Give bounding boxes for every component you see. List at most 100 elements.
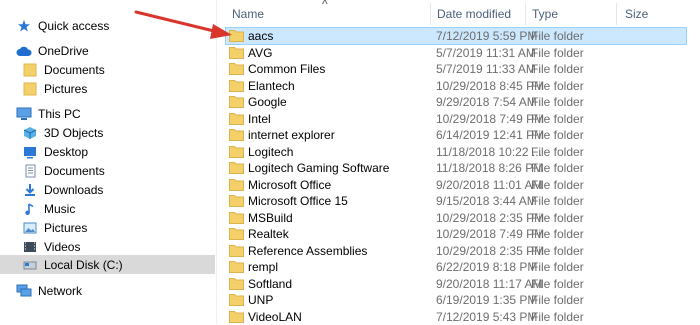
star-icon [16, 18, 32, 34]
nav-label: Local Disk (C:) [44, 257, 123, 272]
file-type: File folder [531, 95, 584, 109]
file-name: Google [248, 95, 287, 109]
file-name: internet explorer [248, 128, 335, 142]
column-header-date-modified[interactable]: Date modified [437, 2, 511, 26]
nav-onedrive-pictures[interactable]: Pictures [22, 79, 87, 98]
file-date-modified: 5/7/2019 11:33 AM [436, 62, 536, 76]
nav-label: Quick access [38, 18, 110, 33]
nav-network[interactable]: Network [16, 281, 82, 300]
nav-label: Pictures [44, 220, 88, 235]
file-date-modified: 10/29/2018 2:35 PM [436, 210, 545, 225]
folder-icon [22, 81, 38, 97]
folder-icon [229, 63, 244, 75]
nav-label: Desktop [44, 144, 89, 159]
folder-icon [229, 112, 244, 125]
column-header-type[interactable]: Type [532, 2, 558, 26]
file-row[interactable]: Reference Assemblies 10/29/2018 2:35 PM Fi… [226, 243, 686, 259]
file-type: File folder [531, 293, 584, 307]
file-type: File folder [531, 128, 584, 142]
nav-videos[interactable]: Videos [22, 237, 80, 256]
folder-icon [229, 294, 244, 306]
folder-icon [229, 277, 244, 290]
file-type: File folder [531, 45, 584, 60]
file-row[interactable]: UNP 6/19/2019 1:35 PM File folder [226, 292, 686, 308]
file-row[interactable]: Logitech 11/18/2018 10:22 ... File folder [226, 144, 686, 160]
column-separator[interactable] [525, 3, 526, 25]
file-type: File folder [531, 78, 584, 93]
folder-icon [229, 46, 244, 59]
column-header-size[interactable]: Size [625, 2, 648, 26]
file-type: File folder [531, 260, 584, 274]
nav-label: 3D Objects [44, 125, 104, 140]
file-row[interactable]: Realtek 10/29/2018 7:49 PM File folder [226, 226, 686, 242]
file-row[interactable]: aacs 7/12/2019 5:59 PM File folder [225, 27, 687, 45]
nav-label: Documents [44, 163, 105, 178]
file-date-modified: 9/20/2018 11:17 AM [436, 276, 543, 291]
file-row[interactable]: Google 9/29/2018 7:54 AM File folder [226, 94, 686, 110]
file-type: File folder [531, 144, 584, 159]
nav-music[interactable]: Music [22, 199, 75, 218]
file-date-modified: 6/22/2019 8:18 PM [436, 260, 538, 274]
file-row[interactable]: Logitech Gaming Software 11/18/2018 8:26 … [226, 160, 686, 176]
file-name: Softland [248, 276, 293, 291]
file-type: File folder [531, 161, 584, 175]
file-date-modified: 9/15/2018 3:44 AM [436, 194, 537, 208]
column-separator[interactable] [616, 3, 617, 25]
column-separator[interactable] [430, 3, 431, 25]
file-date-modified: 6/19/2019 1:35 PM [436, 293, 538, 307]
folder-icon [229, 310, 244, 323]
drive-icon [22, 257, 38, 273]
nav-local-disk[interactable]: Local Disk (C:) [0, 255, 215, 274]
folder-icon [229, 244, 244, 257]
cloud-icon [16, 43, 32, 59]
file-name: Intel [248, 111, 271, 126]
folder-icon [229, 211, 244, 224]
nav-downloads[interactable]: Downloads [22, 180, 103, 199]
folder-icon [229, 129, 244, 141]
file-row[interactable]: MSBuild 10/29/2018 2:35 PM File folder [226, 210, 686, 226]
file-date-modified: 7/12/2019 5:43 PM [436, 309, 538, 324]
computer-icon [16, 106, 32, 122]
file-row[interactable]: Intel 10/29/2018 7:49 PM File folder [226, 111, 686, 127]
file-row[interactable]: Common Files 5/7/2019 11:33 AM File folder [226, 61, 686, 77]
nav-pictures[interactable]: Pictures [22, 218, 87, 237]
file-row[interactable]: Microsoft Office 15 9/15/2018 3:44 AM File… [226, 193, 686, 209]
file-type: File folder [531, 194, 584, 208]
folder-icon [229, 178, 244, 191]
file-name: MSBuild [248, 210, 293, 225]
file-row[interactable]: Elantech 10/29/2018 8:45 PM File folder [226, 78, 686, 94]
folder-icon [229, 195, 244, 207]
file-row[interactable]: internet explorer 6/14/2019 12:41 PM File … [226, 127, 686, 143]
file-name: rempl [248, 260, 279, 274]
folder-icon [229, 145, 244, 158]
nav-3d-objects[interactable]: 3D Objects [22, 123, 103, 142]
nav-onedrive-documents[interactable]: Documents [22, 60, 105, 79]
file-date-modified: 7/12/2019 5:59 PM [436, 29, 538, 43]
file-name: Logitech [248, 144, 294, 159]
nav-onedrive[interactable]: OneDrive [16, 41, 89, 60]
column-header-name[interactable]: Name [232, 2, 264, 26]
cube-icon [22, 125, 38, 141]
nav-this-pc[interactable]: This PC [16, 104, 81, 123]
file-row[interactable]: rempl 6/22/2019 8:18 PM File folder [226, 259, 686, 275]
folder-icon [229, 228, 244, 240]
file-date-modified: 10/29/2018 8:45 PM [436, 78, 545, 93]
file-row[interactable]: AVG 5/7/2019 11:31 AM File folder [226, 45, 686, 61]
folder-icon [229, 79, 244, 92]
file-type: File folder [531, 111, 584, 126]
file-row[interactable]: Softland 9/20/2018 11:17 AM File folder [226, 276, 686, 292]
file-name: Microsoft Office 15 [248, 194, 348, 208]
file-list: ^ Name Date modified Type Size aacs 7/12/… [217, 0, 700, 324]
file-name: Reference Assemblies [248, 243, 368, 258]
nav-quick-access[interactable]: Quick access [16, 16, 109, 35]
file-date-modified: 9/29/2018 7:54 AM [436, 95, 537, 109]
file-date-modified: 10/29/2018 7:49 PM [436, 227, 545, 241]
folder-icon [229, 96, 244, 108]
file-row[interactable]: VideoLAN 7/12/2019 5:43 PM File folder [226, 309, 686, 325]
file-name: Elantech [248, 78, 295, 93]
nav-desktop[interactable]: Desktop [22, 142, 88, 161]
file-row[interactable]: Microsoft Office 9/20/2018 11:01 AM File f… [226, 177, 686, 193]
nav-documents[interactable]: Documents [22, 161, 105, 180]
sort-ascending-icon: ^ [322, 0, 328, 11]
nav-label: Documents [44, 62, 105, 77]
